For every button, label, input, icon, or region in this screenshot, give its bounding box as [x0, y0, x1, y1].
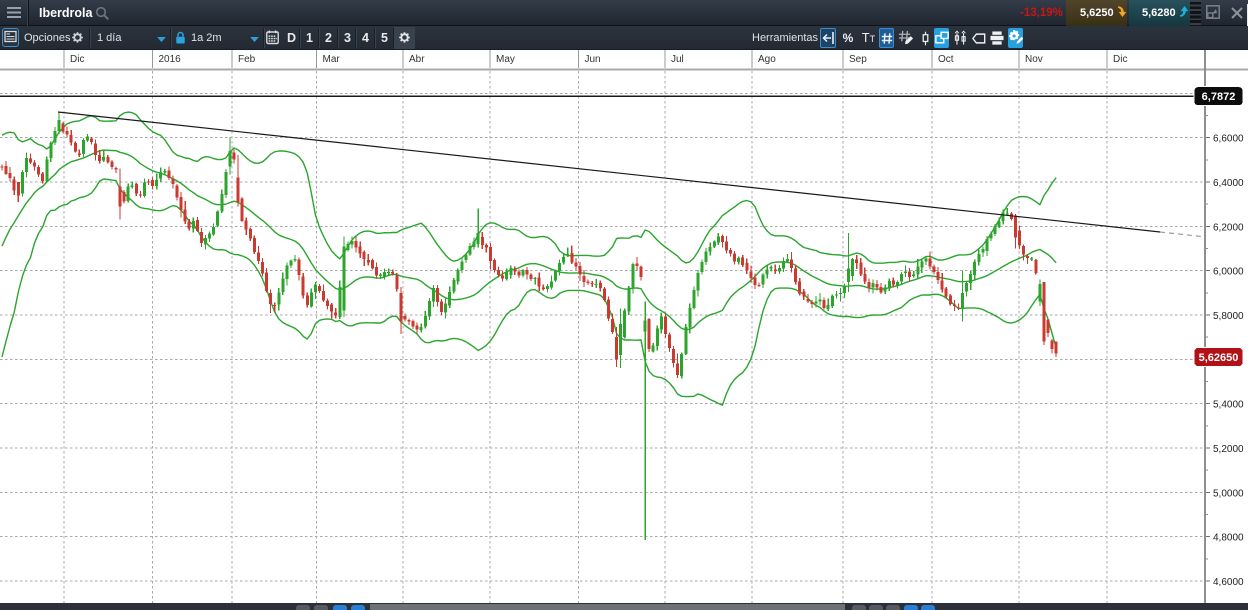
svg-text:Mar: Mar [323, 54, 341, 65]
svg-text:5,4000: 5,4000 [1213, 400, 1244, 411]
svg-text:5,0000: 5,0000 [1213, 488, 1244, 499]
svg-text:Dic: Dic [70, 54, 84, 65]
svg-text:Nov: Nov [1025, 54, 1043, 65]
svg-text:5,8000: 5,8000 [1213, 311, 1244, 322]
svg-text:Jun: Jun [585, 54, 601, 65]
svg-text:Ago: Ago [758, 54, 776, 65]
svg-text:6,4000: 6,4000 [1213, 178, 1244, 189]
svg-text:Jul: Jul [671, 54, 684, 65]
svg-text:Dic: Dic [1113, 54, 1127, 65]
svg-text:Oct: Oct [938, 54, 954, 65]
svg-text:6,2000: 6,2000 [1213, 222, 1244, 233]
svg-text:6,6000: 6,6000 [1213, 134, 1244, 145]
svg-text:6,7872: 6,7872 [1202, 91, 1236, 103]
svg-text:May: May [496, 54, 515, 65]
svg-text:4,8000: 4,8000 [1213, 533, 1244, 544]
svg-text:Sep: Sep [849, 54, 867, 65]
svg-text:Abr: Abr [409, 54, 425, 65]
svg-text:5,2000: 5,2000 [1213, 444, 1244, 455]
svg-text:6,0000: 6,0000 [1213, 267, 1244, 278]
svg-text:4,6000: 4,6000 [1213, 577, 1244, 588]
svg-text:5,62650: 5,62650 [1199, 352, 1239, 364]
svg-text:2016: 2016 [159, 54, 182, 65]
svg-text:Feb: Feb [238, 54, 256, 65]
